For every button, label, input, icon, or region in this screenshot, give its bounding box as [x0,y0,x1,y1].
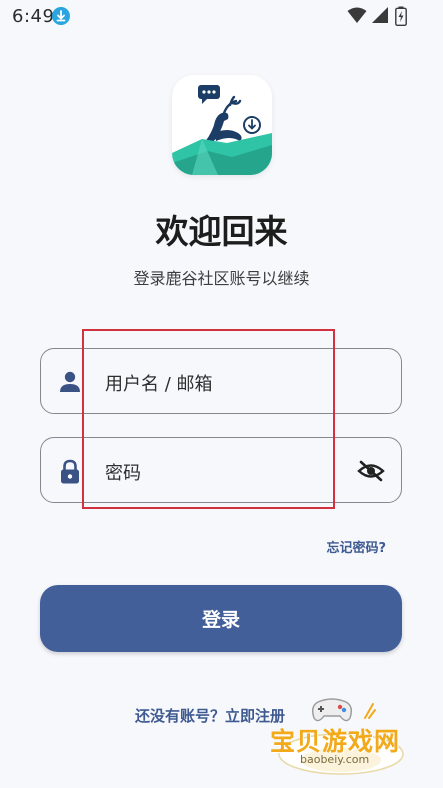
page-title: 欢迎回来 [155,212,288,251]
signal-icon [372,7,388,23]
watermark: 宝贝游戏网 baobeiy.com [262,692,412,782]
password-placeholder: 密码 [105,463,141,484]
visibility-off-icon[interactable] [357,460,385,486]
battery-icon [395,6,407,26]
status-bar: 6:49 [0,0,443,34]
status-time: 6:49 [12,6,55,27]
sparkle-icon [364,703,376,719]
app-logo [172,75,272,175]
page-subtitle: 登录鹿谷社区账号以继续 [133,269,310,288]
gamepad-icon [311,698,353,722]
forgot-password-link[interactable]: 忘记密码? [326,537,386,556]
login-button[interactable]: 登录 [40,585,402,652]
person-icon [59,370,81,398]
download-icon [52,7,70,25]
lock-icon [59,459,81,489]
login-button-label: 登录 [201,609,240,631]
wifi-icon [347,7,367,23]
password-field[interactable]: 密码 [40,437,402,503]
username-placeholder: 用户名 / 邮箱 [105,374,213,395]
username-field[interactable]: 用户名 / 邮箱 [40,348,402,414]
watermark-url: baobeiy.com [300,753,370,766]
